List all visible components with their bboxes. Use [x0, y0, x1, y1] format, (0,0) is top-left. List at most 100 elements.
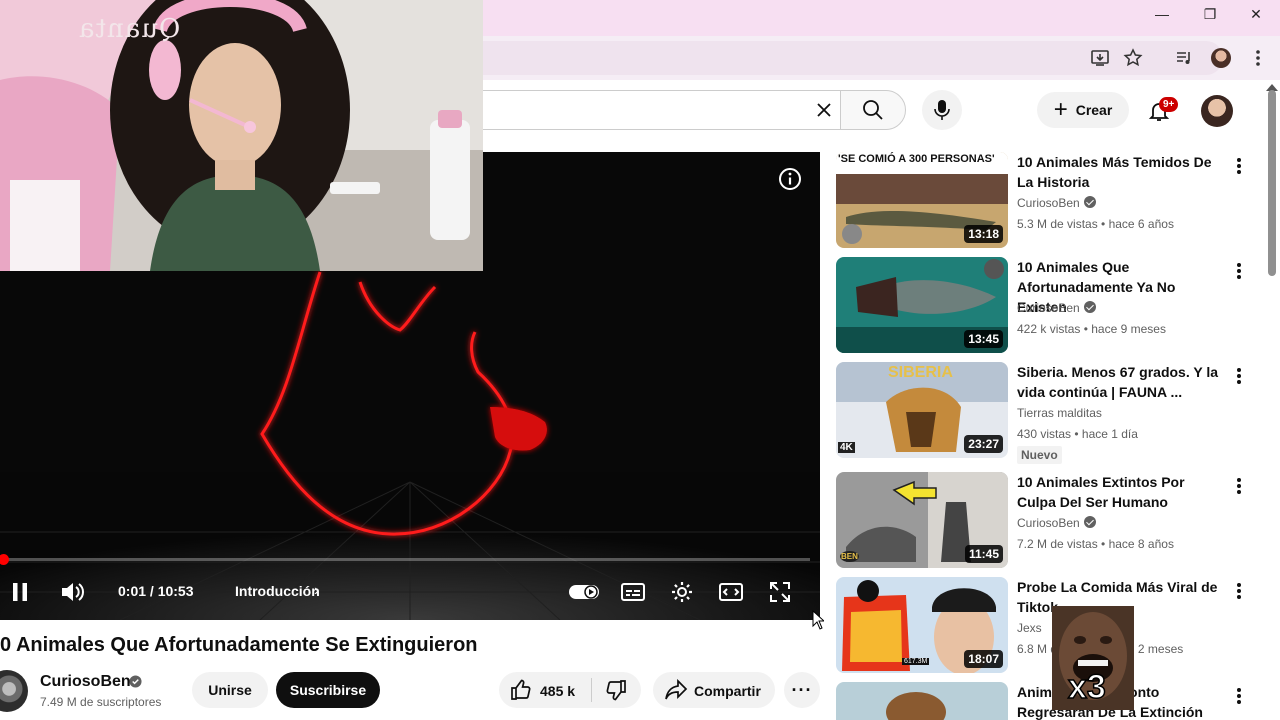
thumbnail-text: SIBERIA [888, 364, 953, 381]
minimize-button[interactable]: — [1142, 4, 1182, 24]
recommendation-item[interactable]: 617.3M 18:07 Probe La Comida Más Viral d… [836, 577, 1256, 673]
dislike-icon[interactable] [605, 679, 627, 701]
recommendation-channel[interactable]: CuriosoBen [1017, 196, 1096, 210]
verified-icon [129, 675, 142, 688]
recommendation-channel[interactable]: Jexs [1017, 621, 1042, 635]
subtitles-button[interactable] [619, 578, 647, 606]
time-display: 0:01 / 10:53 [118, 583, 194, 599]
more-options-icon[interactable] [1231, 366, 1247, 386]
recommendation-item[interactable]: 'SE COMIÓ A 300 PERSONAS' 13:18 10 Anima… [836, 152, 1256, 248]
video-duration: 13:45 [964, 330, 1003, 348]
mouse-cursor-icon [812, 610, 824, 630]
webcam-overlay: Quanta [0, 0, 483, 271]
theater-icon [719, 583, 743, 601]
recommendation-title[interactable]: 10 Animales Más Temidos De La Historia [1017, 152, 1227, 192]
bookmark-star-icon[interactable] [1121, 46, 1145, 70]
video-duration: 23:27 [964, 435, 1003, 453]
theater-mode-button[interactable] [717, 578, 745, 606]
video-duration: 13:18 [964, 225, 1003, 243]
media-control-icon[interactable] [1172, 46, 1196, 70]
more-actions-button[interactable]: ··· [784, 672, 820, 708]
more-options-icon[interactable] [1231, 686, 1247, 706]
page-scrollbar[interactable] [1268, 90, 1276, 276]
subtitles-icon [621, 583, 645, 601]
recommendation-meta: 5.3 M de vistas • hace 6 años [1017, 217, 1174, 231]
chair-brand-text: Quanta [78, 14, 181, 44]
settings-button[interactable] [668, 578, 696, 606]
volume-button[interactable] [59, 578, 87, 606]
autoplay-icon [569, 585, 599, 599]
browser-menu-icon[interactable] [1246, 46, 1270, 70]
recommendation-item[interactable]: Animales Que Pronto Regresarán De La Ext… [836, 682, 1256, 720]
screen: — ❐ ✕ + Crear 9+ 0:01 / 10:53 Introducci… [0, 0, 1280, 720]
recommendation-title[interactable]: Siberia. Menos 67 grados. Y la vida cont… [1017, 362, 1227, 402]
verified-icon [1083, 516, 1096, 528]
recommendation-item[interactable]: SIBERIA 4K 23:27 Siberia. Menos 67 grado… [836, 362, 1256, 464]
search-input[interactable] [483, 90, 840, 130]
clear-search-icon[interactable] [810, 96, 838, 124]
channel-name[interactable]: CuriosoBen [40, 673, 131, 691]
share-icon [665, 679, 688, 700]
recommendation-title[interactable]: 10 Animales Extintos Por Culpa Del Ser H… [1017, 472, 1227, 512]
video-duration: 18:07 [964, 650, 1003, 668]
more-options-icon[interactable] [1231, 581, 1247, 601]
close-button[interactable]: ✕ [1236, 4, 1276, 24]
info-icon[interactable] [778, 167, 802, 191]
recommendation-thumbnail[interactable]: 617.3M 18:07 [836, 577, 1008, 673]
meme-multiplier-text: x3 [1067, 667, 1106, 707]
verified-icon [1083, 196, 1096, 208]
channel-avatar[interactable] [0, 670, 28, 712]
notifications-badge: 9+ [1159, 97, 1179, 112]
recommendation-channel[interactable]: CuriosoBen [1017, 301, 1096, 315]
subscriber-count: 7.49 M de suscriptores [40, 695, 162, 709]
profile-avatar-icon[interactable] [1209, 46, 1233, 70]
recommendation-thumbnail[interactable]: 13:45 [836, 257, 1008, 353]
join-button[interactable]: Unirse [192, 672, 268, 708]
create-button[interactable]: + Crear [1037, 92, 1129, 128]
recommendation-meta: 422 k vistas • hace 9 meses [1017, 322, 1166, 336]
gear-icon [672, 582, 692, 602]
account-avatar[interactable] [1201, 95, 1233, 127]
chapter-button[interactable]: Introducción [235, 583, 320, 599]
channel-watermark: BEN [840, 551, 859, 562]
pause-button[interactable] [6, 578, 34, 606]
recommendation-meta: 7.2 M de vistas • hace 8 años [1017, 537, 1174, 551]
video-title: 0 Animales Que Afortunadamente Se Exting… [0, 634, 478, 656]
address-bar[interactable] [483, 41, 1223, 75]
like-icon[interactable] [510, 679, 532, 701]
recommendation-item[interactable]: BEN 11:45 10 Animales Extintos Por Culpa… [836, 472, 1256, 568]
plus-icon: + [1053, 96, 1068, 123]
recommendation-thumbnail[interactable] [836, 682, 1008, 720]
recommendation-channel[interactable]: Tierras malditas [1017, 406, 1102, 420]
subscribe-button[interactable]: Suscribirse [276, 672, 380, 708]
like-divider [591, 678, 592, 702]
create-label: Crear [1075, 102, 1113, 118]
autoplay-toggle[interactable] [568, 578, 600, 606]
recommendation-item[interactable]: 13:45 10 Animales Que Afortunadamente Ya… [836, 257, 1256, 353]
restore-button[interactable]: ❐ [1190, 4, 1230, 24]
like-count[interactable]: 485 k [540, 683, 575, 699]
install-icon[interactable] [1088, 46, 1112, 70]
more-options-icon[interactable] [1231, 261, 1247, 281]
recommendation-channel[interactable]: CuriosoBen [1017, 516, 1096, 530]
voice-search-button[interactable] [922, 90, 962, 130]
chevron-right-icon: › [314, 582, 320, 599]
search-button[interactable] [840, 90, 906, 130]
search-icon [863, 100, 883, 120]
new-badge: Nuevo [1017, 446, 1062, 464]
view-count-badge: 617.3M [902, 658, 930, 665]
quality-badge: 4K [838, 442, 855, 453]
fullscreen-icon [770, 582, 790, 602]
recommendation-thumbnail[interactable]: 'SE COMIÓ A 300 PERSONAS' 13:18 [836, 152, 1008, 248]
progress-bar[interactable] [0, 558, 810, 561]
recommendation-thumbnail[interactable]: SIBERIA 4K 23:27 [836, 362, 1008, 458]
volume-icon [62, 583, 84, 601]
more-options-icon[interactable] [1231, 476, 1247, 496]
recommendation-thumbnail[interactable]: BEN 11:45 [836, 472, 1008, 568]
video-duration: 11:45 [964, 545, 1003, 563]
fullscreen-button[interactable] [766, 578, 794, 606]
recommendation-meta: 430 vistas • hace 1 día [1017, 427, 1138, 441]
verified-icon [1083, 301, 1096, 313]
share-label: Compartir [694, 683, 761, 699]
more-options-icon[interactable] [1231, 156, 1247, 176]
